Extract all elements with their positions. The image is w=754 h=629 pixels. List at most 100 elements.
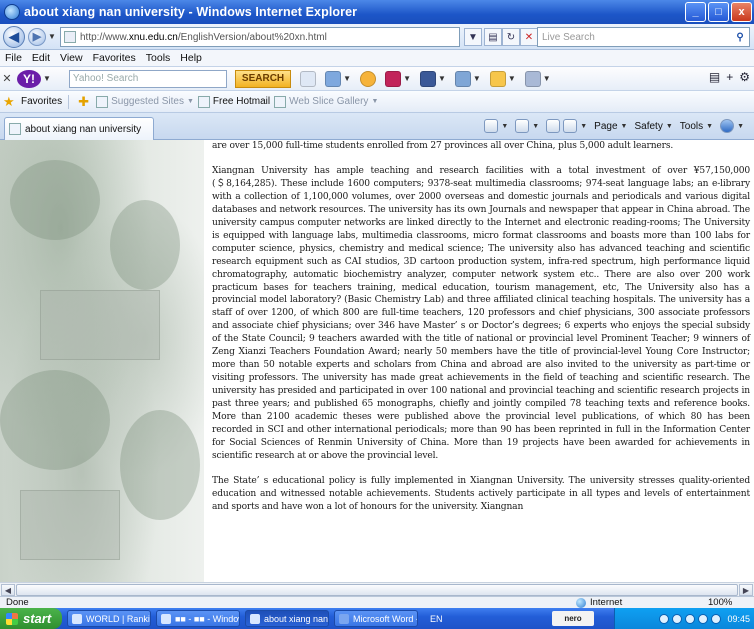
badge-icon[interactable] [385, 70, 402, 87]
menu-tools[interactable]: Tools [141, 52, 176, 64]
suggested-sites-link[interactable]: Suggested Sites ▼ [96, 95, 194, 108]
url-field[interactable]: http://www. xnu.edu.cn/EnglishVersion/abo… [60, 27, 460, 47]
facebook-icon[interactable] [420, 70, 436, 87]
scrollbar-thumb[interactable] [16, 584, 738, 596]
horizontal-scrollbar[interactable]: ◀ ▶ [0, 582, 754, 596]
home-caret[interactable]: ▼ [501, 123, 508, 130]
add-to-favorites-icon[interactable]: ✚ [78, 94, 92, 109]
help-icon[interactable] [720, 119, 735, 133]
yahoo-logo-icon[interactable]: Y! [17, 69, 41, 88]
tray-icon[interactable] [672, 613, 683, 624]
toolbar-close-icon[interactable]: ✕ [0, 72, 14, 85]
page-caret[interactable]: ▼ [621, 123, 628, 130]
help-caret[interactable]: ▼ [737, 123, 744, 130]
toolbar-options-icon[interactable]: ▤ [709, 70, 720, 84]
feeds-icon[interactable] [515, 119, 530, 133]
weather-icon[interactable] [489, 70, 506, 87]
live-search-placeholder: Live Search [542, 31, 595, 43]
mail-icon[interactable] [325, 70, 342, 87]
menu-help[interactable]: Help [175, 52, 207, 64]
menu-view[interactable]: View [55, 52, 88, 64]
favorites-bar: ★ Favorites ✚ Suggested Sites ▼ Free Hot… [0, 91, 754, 113]
safety-caret[interactable]: ▼ [666, 123, 673, 130]
yahoo-search-button-label: SEARCH [241, 73, 285, 84]
mail-caret[interactable]: ▼ [343, 74, 351, 83]
tray-icon[interactable] [698, 613, 709, 624]
page-menu[interactable]: Page [594, 121, 617, 132]
zoom-level[interactable]: 100% [708, 597, 732, 608]
search-icon[interactable]: ⚲ [731, 32, 749, 43]
toolbar-settings-icon[interactable]: ⚙ [739, 70, 750, 84]
tab-about-xiang-nan[interactable]: about xiang nan university [4, 117, 154, 140]
taskbar-item[interactable]: Microsoft Word - ... [334, 610, 418, 627]
favorites-star-icon[interactable]: ★ [3, 94, 17, 109]
back-button[interactable]: ◀ [3, 25, 25, 48]
url-dropdown-button[interactable]: ▼ [464, 28, 482, 46]
clock[interactable]: 09:45 [727, 614, 750, 624]
scroll-right-arrow-icon[interactable]: ▶ [739, 584, 753, 596]
suggested-sites-icon [96, 95, 109, 108]
taskbar-item-label: about xiang nan ... [264, 613, 329, 624]
tray-icon[interactable] [659, 613, 670, 624]
toolbar-right: ▤ + ⚙ [709, 70, 750, 84]
live-search-input[interactable]: Live Search ⚲ [537, 27, 750, 47]
menu-edit[interactable]: Edit [27, 52, 55, 64]
badge-caret[interactable]: ▼ [403, 74, 411, 83]
forward-button[interactable]: ▶ [28, 27, 46, 46]
add-tab-icon[interactable] [300, 70, 317, 87]
tools-menu[interactable]: Tools [680, 121, 703, 132]
campus-background-image [0, 140, 204, 582]
close-button[interactable]: x [731, 2, 752, 22]
page-icon [64, 31, 76, 43]
tab-page-icon [9, 123, 21, 135]
yahoo-menu-caret[interactable]: ▼ [43, 74, 51, 83]
free-hotmail-link[interactable]: Free Hotmail [197, 95, 270, 108]
word-task-icon [339, 613, 349, 624]
web-slice-gallery-link[interactable]: Web Slice Gallery ▼ [274, 95, 378, 108]
taskbar-item[interactable]: WORLD | Rankin... [67, 610, 151, 627]
safety-menu[interactable]: Safety [634, 121, 662, 132]
scroll-left-arrow-icon[interactable]: ◀ [1, 584, 15, 596]
taskbar-item-active[interactable]: about xiang nan ... [245, 610, 329, 627]
status-bar: Done Internet 100% [0, 596, 754, 608]
taskbar-item-label: ■■ - ■■ - Window... [175, 613, 239, 624]
maximize-button[interactable]: □ [708, 2, 729, 22]
start-label: start [23, 611, 52, 626]
photos-icon[interactable] [454, 70, 471, 87]
facebook-caret[interactable]: ▼ [438, 74, 446, 83]
yahoo-search-button[interactable]: SEARCH [234, 69, 292, 88]
language-indicator[interactable]: EN [430, 614, 443, 624]
tree-shape [0, 370, 110, 470]
menu-favorites[interactable]: Favorites [88, 52, 141, 64]
home-icon[interactable] [484, 119, 499, 133]
article-body: are over 15,000 full-time students enrol… [212, 140, 750, 526]
recent-pages-dropdown[interactable]: ▼ [48, 32, 58, 41]
menu-file[interactable]: File [0, 52, 27, 64]
read-mail-icon[interactable] [546, 119, 561, 133]
nero-toolbar[interactable]: nero [552, 611, 594, 626]
minimize-button[interactable]: _ [685, 2, 706, 22]
url-rest: /EnglishVersion/about%20xn.html [177, 31, 327, 43]
address-bar: ◀ ▶ ▼ http://www. xnu.edu.cn/EnglishVersi… [0, 24, 754, 50]
yahoo-search-input[interactable]: Yahoo! Search [68, 69, 227, 88]
weather-caret[interactable]: ▼ [508, 74, 516, 83]
tools-caret[interactable]: ▼ [706, 123, 713, 130]
stop-icon[interactable]: ✕ [520, 28, 538, 46]
feeds-caret[interactable]: ▼ [532, 123, 539, 130]
compatibility-view-icon[interactable]: ▤ [484, 28, 502, 46]
games-caret[interactable]: ▼ [543, 74, 551, 83]
command-bar: ▼ ▼ ▼ Page ▼ Safety ▼ Tools ▼ ▼ [484, 119, 748, 133]
print-icon[interactable] [563, 119, 578, 133]
refresh-icon[interactable]: ↻ [502, 28, 520, 46]
tray-icon[interactable] [711, 613, 722, 624]
tree-shape [10, 160, 100, 240]
print-caret[interactable]: ▼ [580, 123, 587, 130]
taskbar-item[interactable]: ■■ - ■■ - Window... [156, 610, 240, 627]
favorites-button[interactable]: Favorites [21, 96, 62, 107]
notification-icon[interactable] [360, 70, 377, 87]
photos-caret[interactable]: ▼ [473, 74, 481, 83]
tray-icon[interactable] [685, 613, 696, 624]
games-icon[interactable] [524, 70, 541, 87]
toolbar-add-icon[interactable]: + [726, 70, 733, 84]
start-button[interactable]: start [0, 608, 62, 629]
